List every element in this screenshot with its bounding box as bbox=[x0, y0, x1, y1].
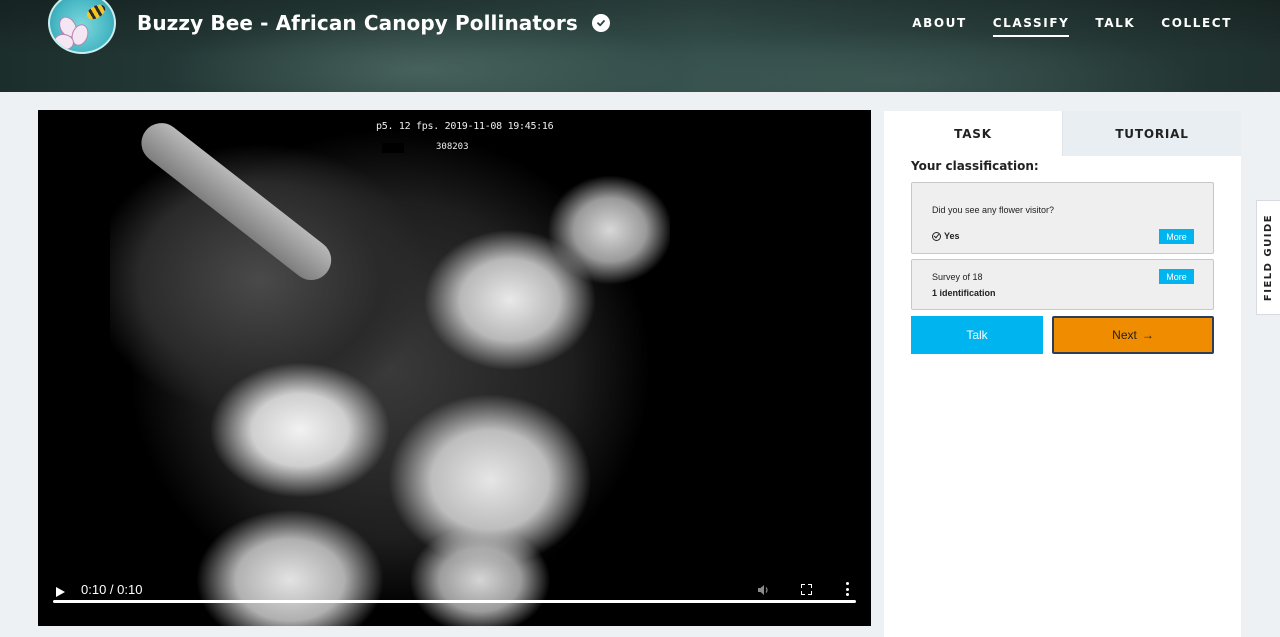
video-id-overlay: 308203 bbox=[436, 142, 469, 152]
video-timestamp-overlay: p5. 12 fps. 2019-11-08 19:45:16 bbox=[376, 121, 554, 132]
video-progress-bar[interactable] bbox=[53, 600, 856, 603]
tab-task[interactable]: TASK bbox=[884, 111, 1062, 156]
classification-panel: TASK TUTORIAL Your classification: Did y… bbox=[884, 111, 1241, 637]
question-more-button[interactable]: More bbox=[1159, 229, 1194, 244]
video-player[interactable]: p5. 12 fps. 2019-11-08 19:45:16 308203 0… bbox=[38, 110, 871, 626]
next-button[interactable]: Next → bbox=[1052, 316, 1214, 354]
question-summary-card: Did you see any flower visitor? Yes More bbox=[911, 182, 1214, 254]
next-button-label: Next bbox=[1112, 328, 1137, 342]
tab-tutorial[interactable]: TUTORIAL bbox=[1062, 111, 1241, 156]
answer-row: Yes bbox=[932, 231, 960, 241]
arrow-right-icon: → bbox=[1141, 328, 1154, 342]
more-options-icon[interactable] bbox=[846, 582, 850, 596]
video-time: 0:10 / 0:10 bbox=[81, 582, 143, 597]
project-title[interactable]: Buzzy Bee - African Canopy Pollinators bbox=[137, 11, 578, 35]
question-text: Did you see any flower visitor? bbox=[932, 205, 1055, 215]
classification-heading: Your classification: bbox=[911, 159, 1039, 173]
nav-about[interactable]: ABOUT bbox=[912, 16, 967, 37]
check-circle-icon bbox=[932, 231, 941, 241]
nav-collect[interactable]: COLLECT bbox=[1161, 16, 1232, 37]
project-logo[interactable] bbox=[48, 0, 116, 54]
field-guide-label: FIELD GUIDE bbox=[1263, 213, 1274, 302]
talk-button[interactable]: Talk bbox=[911, 316, 1043, 354]
identification-count: 1 identification bbox=[932, 288, 996, 298]
nav-classify[interactable]: CLASSIFY bbox=[992, 16, 1070, 37]
video-controls: 0:10 / 0:10 bbox=[38, 566, 871, 626]
nav-talk[interactable]: TALK bbox=[1095, 16, 1135, 37]
survey-summary-card: Survey of 18 1 identification More bbox=[911, 259, 1214, 310]
survey-more-button[interactable]: More bbox=[1159, 269, 1194, 284]
play-icon[interactable] bbox=[56, 587, 65, 597]
survey-label: Survey of 18 bbox=[932, 272, 983, 282]
volume-icon[interactable] bbox=[756, 583, 770, 600]
verified-check-icon bbox=[591, 14, 610, 32]
video-redaction-box bbox=[382, 143, 404, 153]
bee-icon bbox=[84, 1, 108, 23]
project-title-wrap[interactable]: Buzzy Bee - African Canopy Pollinators bbox=[137, 11, 610, 35]
answer-text: Yes bbox=[944, 231, 960, 241]
site-header: Buzzy Bee - African Canopy Pollinators A… bbox=[0, 0, 1280, 92]
main-nav: ABOUT CLASSIFY TALK COLLECT bbox=[886, 16, 1232, 37]
fullscreen-icon[interactable] bbox=[801, 584, 812, 595]
field-guide-tab[interactable]: FIELD GUIDE bbox=[1256, 200, 1280, 315]
panel-tabs: TASK TUTORIAL bbox=[884, 111, 1241, 156]
